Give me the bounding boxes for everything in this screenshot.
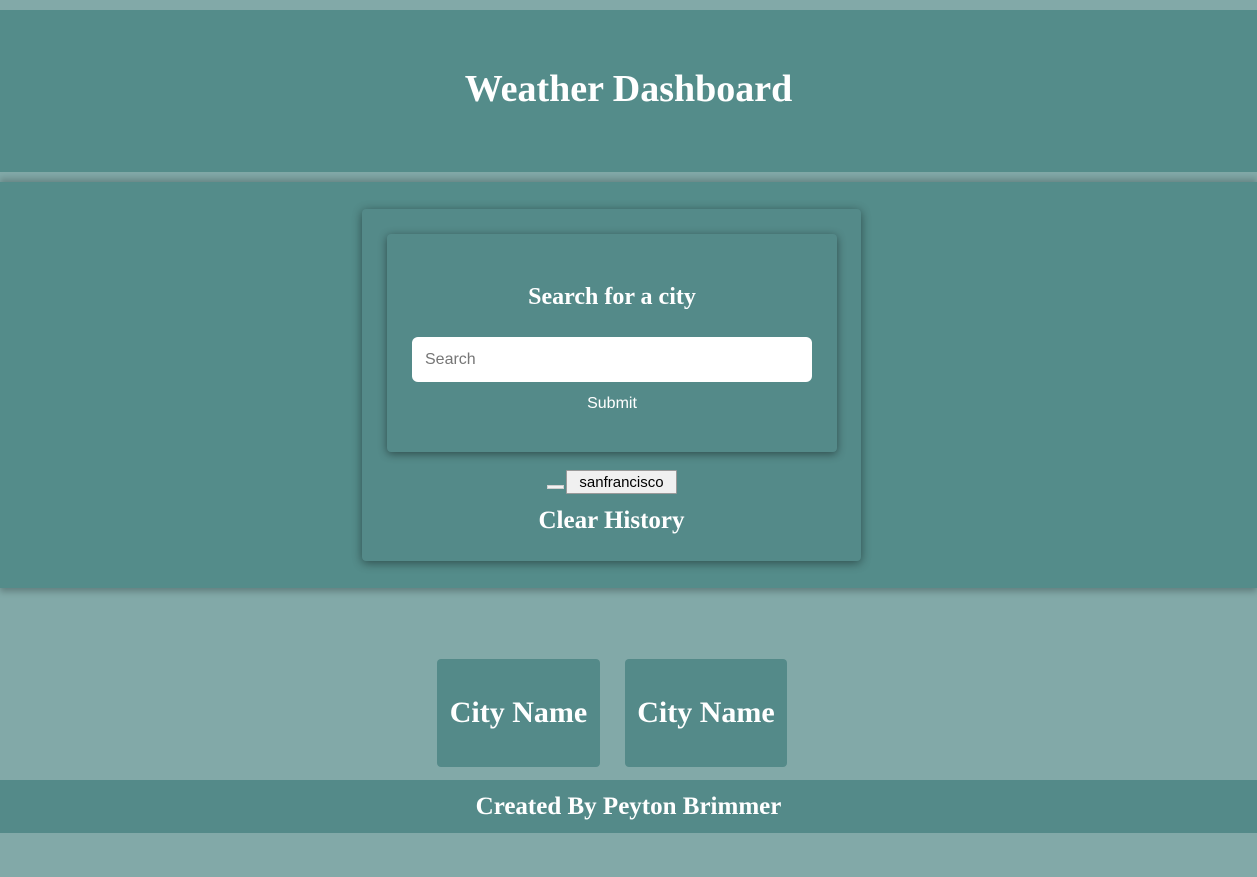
history-item-button[interactable]: sanfrancisco [566, 470, 677, 494]
city-card: City Name [625, 659, 787, 767]
search-input[interactable] [412, 337, 812, 382]
history-list-marker [547, 485, 564, 489]
city-card: City Name [437, 659, 600, 767]
page-header: Weather Dashboard [0, 10, 1257, 172]
submit-button[interactable]: Submit [562, 393, 662, 415]
clear-history-button[interactable]: Clear History [362, 507, 861, 535]
page-footer: Created By Peyton Brimmer [0, 780, 1257, 833]
search-heading: Search for a city [528, 284, 696, 310]
page-title: Weather Dashboard [464, 68, 793, 110]
